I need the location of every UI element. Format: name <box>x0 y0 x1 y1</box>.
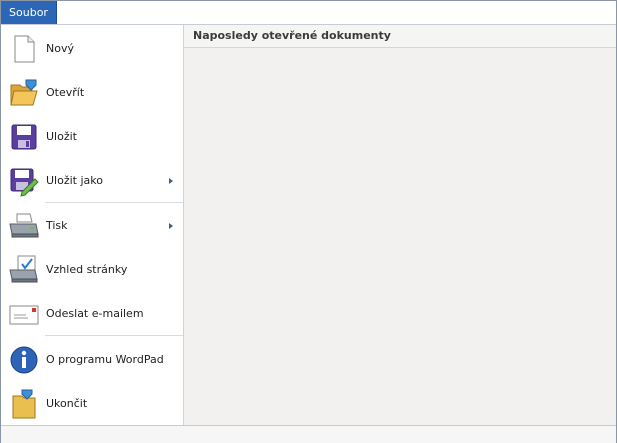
recent-documents-header: Naposledy otevřené dokumenty <box>184 25 616 48</box>
submenu-arrow-icon <box>169 223 173 229</box>
menu-item-about[interactable]: O programu WordPad <box>1 338 183 382</box>
menu-item-page-setup[interactable]: Vzhled stránky <box>1 248 183 292</box>
menu-item-open[interactable]: Otevřít <box>1 71 183 115</box>
page-setup-icon <box>8 254 40 286</box>
save-disk-icon <box>8 121 40 153</box>
info-icon <box>8 344 40 376</box>
menu-item-print[interactable]: Tisk <box>1 204 183 248</box>
menu-item-label: O programu WordPad <box>46 353 164 366</box>
menu-item-label: Uložit jako <box>46 174 103 187</box>
new-document-icon <box>8 33 40 65</box>
menu-item-save[interactable]: Uložit <box>1 115 183 159</box>
exit-icon <box>8 388 40 420</box>
tab-soubor[interactable]: Soubor <box>1 1 57 24</box>
file-menu: Nový Otevřít Uložit Uložit jako Tisk Vzh… <box>1 25 184 425</box>
menu-item-send-email[interactable]: Odeslat e-mailem <box>1 292 183 336</box>
menu-item-label: Uložit <box>46 130 77 143</box>
printer-icon <box>8 210 40 242</box>
email-envelope-icon <box>8 298 40 330</box>
menu-item-label: Ukončit <box>46 397 88 410</box>
menu-item-exit[interactable]: Ukončit <box>1 382 183 426</box>
menu-item-label: Vzhled stránky <box>46 263 128 276</box>
menu-item-new[interactable]: Nový <box>1 27 183 71</box>
menu-item-label: Otevřít <box>46 86 85 99</box>
open-folder-icon <box>8 77 40 109</box>
menu-item-label: Tisk <box>46 219 68 232</box>
recent-documents-title: Naposledy otevřené dokumenty <box>193 29 391 42</box>
ribbon-tab-bar: Soubor <box>1 1 616 25</box>
menu-separator <box>45 335 183 336</box>
menu-item-label: Nový <box>46 42 74 55</box>
menu-item-label: Odeslat e-mailem <box>46 307 144 320</box>
recent-documents-panel: Naposledy otevřené dokumenty <box>184 25 616 425</box>
save-as-icon <box>8 165 40 197</box>
menu-footer <box>1 425 616 443</box>
menu-item-save-as[interactable]: Uložit jako <box>1 159 183 203</box>
submenu-arrow-icon <box>169 178 173 184</box>
application-menu-window: Soubor Nový Otevřít Uložit Uložit jako T… <box>0 0 617 443</box>
menu-separator <box>45 202 183 203</box>
